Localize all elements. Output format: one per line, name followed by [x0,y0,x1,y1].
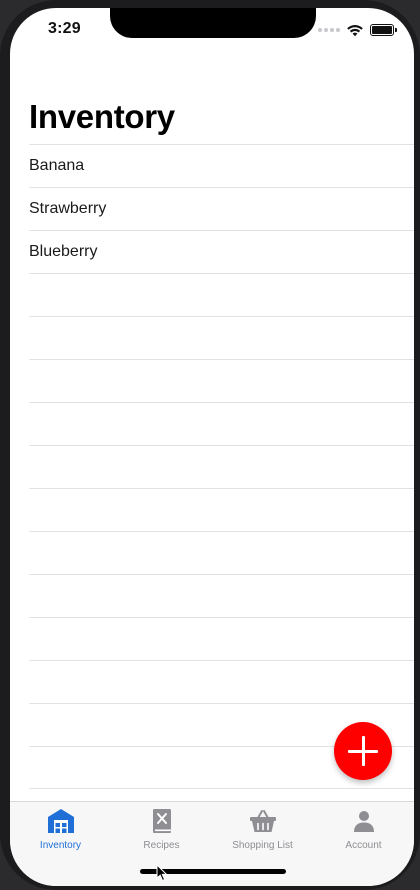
list-item[interactable]: Banana [29,144,414,187]
warehouse-icon [47,807,75,835]
cellular-dots-icon [318,28,340,32]
recipe-book-icon [148,807,176,835]
wifi-icon [347,25,363,37]
tab-label: Inventory [39,840,82,851]
app-screen: 3:29 Inventory Banana Strawberry Blueberry [10,8,414,886]
phone-frame: 3:29 Inventory Banana Strawberry Blueberry [0,0,420,890]
status-time: 3:29 [48,20,81,37]
list-item[interactable] [29,531,414,574]
list-item[interactable] [29,617,414,660]
status-icons [318,22,397,38]
list-item[interactable] [29,574,414,617]
list-item[interactable]: Blueberry [29,230,414,273]
list-item[interactable] [29,273,414,316]
list-item[interactable] [29,359,414,402]
inventory-list[interactable]: Banana Strawberry Blueberry [29,144,414,789]
device-notch [110,8,316,38]
tab-label: Account [345,840,382,851]
status-bar: 3:29 [10,8,414,52]
tab-label: Shopping List [232,840,293,851]
tab-account[interactable]: Account [313,802,414,886]
tab-inventory[interactable]: Inventory [10,802,111,886]
add-item-button[interactable] [334,722,392,780]
list-item-label: Blueberry [29,243,98,260]
list-item-label: Banana [29,157,85,174]
tab-label: Recipes [143,840,180,851]
basket-icon [249,807,277,835]
list-item[interactable] [29,488,414,531]
mouse-pointer-icon [156,864,168,882]
list-item[interactable]: Strawberry [29,187,414,230]
page-title: Inventory [29,98,175,135]
list-item[interactable] [29,660,414,703]
list-item-label: Strawberry [29,200,107,217]
list-item[interactable] [29,402,414,445]
list-item[interactable] [29,445,414,488]
list-item[interactable] [29,316,414,359]
plus-icon [348,736,378,766]
person-icon [350,807,378,835]
battery-icon [370,24,397,36]
